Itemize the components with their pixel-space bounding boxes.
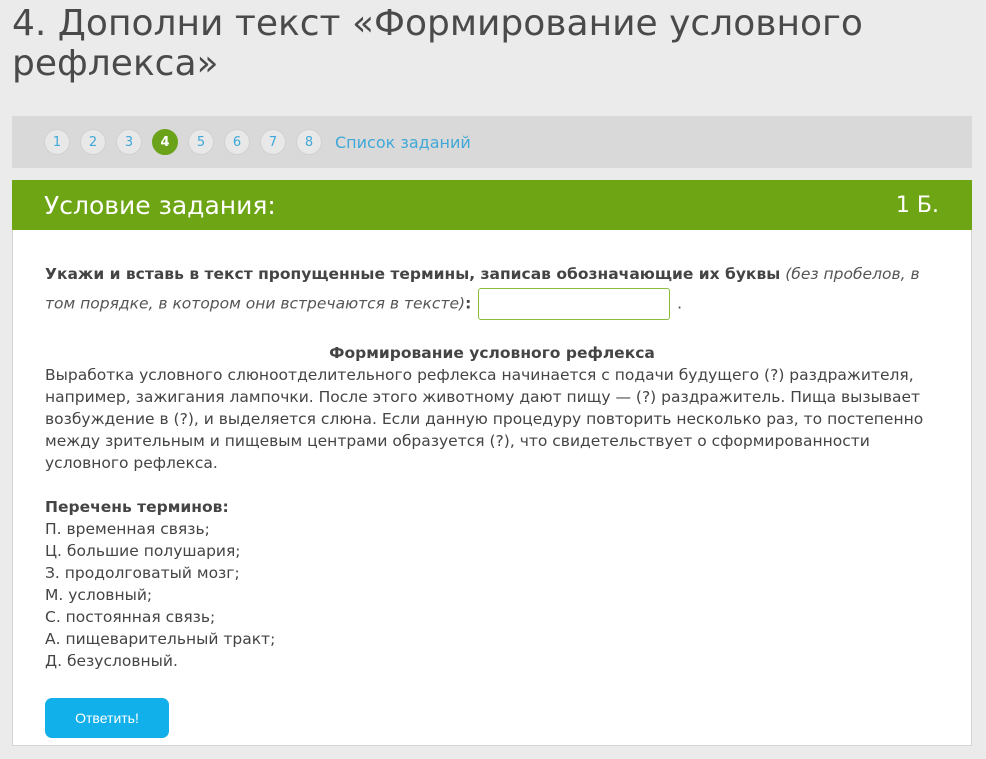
answer-input[interactable] bbox=[478, 288, 671, 320]
instruction: Укажи и вставь в текст пропущенные терми… bbox=[45, 260, 939, 320]
instruction-colon: : bbox=[465, 294, 472, 313]
task-header-title: Условие задания: bbox=[44, 190, 276, 220]
task-nav-1[interactable]: 1 bbox=[44, 129, 70, 155]
task-body: Укажи и вставь в текст пропущенные терми… bbox=[13, 230, 971, 738]
answer-suffix: . bbox=[677, 294, 683, 313]
task-nav-4-current[interactable]: 4 bbox=[152, 129, 178, 155]
task-header: Условие задания: 1 Б. bbox=[12, 180, 972, 230]
term-item: С. постоянная связь; bbox=[45, 608, 216, 626]
task-nav-7[interactable]: 7 bbox=[260, 129, 286, 155]
text-paragraph: Выработка условного слюноотделительного … bbox=[45, 366, 924, 472]
term-item: З. продолговатый мозг; bbox=[45, 564, 240, 582]
terms-list: П. временная связь; Ц. большие полушария… bbox=[45, 518, 939, 672]
task-navigation: 1 2 3 4 5 6 7 8 Список заданий bbox=[12, 116, 972, 168]
term-item: М. условный; bbox=[45, 586, 153, 604]
text-title: Формирование условного рефлекса bbox=[329, 344, 655, 362]
task-nav-5[interactable]: 5 bbox=[188, 129, 214, 155]
page-title: 4. Дополни текст «Формирование условного… bbox=[12, 3, 863, 84]
submit-answer-button[interactable]: Ответить! bbox=[45, 698, 169, 738]
task-points: 1 Б. bbox=[895, 192, 939, 218]
instruction-bold: Укажи и вставь в текст пропущенные терми… bbox=[45, 265, 781, 283]
term-item: Ц. большие полушария; bbox=[45, 542, 241, 560]
term-item: П. временная связь; bbox=[45, 520, 210, 538]
term-item: А. пищеварительный тракт; bbox=[45, 630, 276, 648]
task-nav-2[interactable]: 2 bbox=[80, 129, 106, 155]
task-nav-3[interactable]: 3 bbox=[116, 129, 142, 155]
task-nav-6[interactable]: 6 bbox=[224, 129, 250, 155]
task-panel: Условие задания: 1 Б. Укажи и вставь в т… bbox=[12, 180, 972, 746]
terms-heading: Перечень терминов: bbox=[45, 498, 229, 516]
task-nav-8[interactable]: 8 bbox=[296, 129, 322, 155]
task-list-link[interactable]: Список заданий bbox=[335, 133, 471, 152]
term-item: Д. безусловный. bbox=[45, 652, 178, 670]
